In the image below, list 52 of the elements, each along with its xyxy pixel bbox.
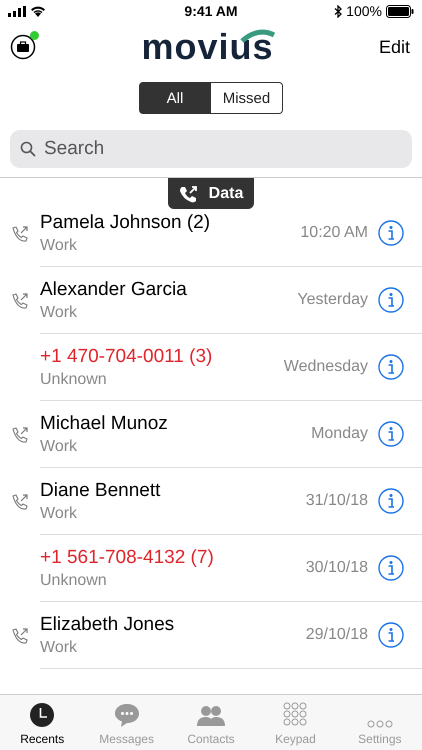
call-time: 10:20 AM (300, 224, 368, 242)
caller-name: Diane Bennett (40, 480, 162, 502)
info-icon[interactable] (378, 555, 404, 581)
clock-icon (29, 702, 56, 728)
outgoing-call-icon (10, 492, 30, 512)
info-icon[interactable] (378, 220, 404, 246)
caller-label: Work (40, 638, 78, 656)
caller-name: Pamela Johnson (2) (40, 212, 212, 234)
outgoing-call-icon (10, 290, 30, 310)
call-time: 30/10/18 (306, 559, 368, 577)
call-time: Monday (311, 425, 368, 443)
more-icon (366, 720, 393, 728)
info-icon[interactable] (378, 287, 404, 313)
bluetooth-icon (334, 4, 342, 18)
status-time: 9:41 AM (184, 3, 238, 19)
caller-label: Unknown (40, 572, 108, 590)
caller-name: +1 561-708-4132 (7) (40, 546, 215, 568)
caller-name: Elizabeth Jones (40, 614, 176, 636)
chat-bubble-icon (114, 702, 140, 728)
caller-label: Work (40, 438, 78, 456)
info-icon[interactable] (378, 354, 404, 380)
outgoing-call-icon (10, 224, 30, 244)
caller-name: +1 470-704-0011 (3) (40, 346, 214, 368)
info-icon[interactable] (378, 421, 404, 447)
search-field[interactable]: Search (10, 130, 412, 168)
caller-name: Michael Munoz (40, 412, 169, 434)
caller-name: Alexander Garcia (40, 278, 188, 300)
segment-tab[interactable]: Missed (211, 82, 283, 114)
segment-tab[interactable]: All (139, 82, 211, 114)
battery-percent: 100% (346, 3, 382, 19)
keypad-icon (282, 702, 308, 728)
logo: movius (141, 27, 274, 67)
caller-label: Unknown (40, 370, 108, 388)
call-time: 31/10/18 (306, 492, 368, 510)
call-time: Wednesday (284, 358, 368, 376)
call-time: 29/10/18 (306, 626, 368, 644)
call-time: Yesterday (297, 291, 368, 309)
caller-label: Work (40, 236, 78, 254)
outgoing-call-icon (10, 424, 30, 444)
caller-label: Work (40, 304, 78, 322)
outgoing-call-icon (10, 626, 30, 646)
signal-icon (8, 6, 26, 16)
tab-bar-item[interactable]: Recents (0, 695, 84, 750)
battery-icon (386, 4, 414, 18)
briefcase-icon[interactable] (10, 34, 36, 60)
data-badge: Data (168, 178, 254, 209)
wifi-icon (30, 5, 46, 17)
people-icon (196, 704, 226, 728)
info-icon[interactable] (378, 488, 404, 514)
caller-label: Work (40, 504, 78, 522)
edit-button[interactable]: Edit (378, 36, 410, 58)
info-icon[interactable] (378, 622, 404, 648)
